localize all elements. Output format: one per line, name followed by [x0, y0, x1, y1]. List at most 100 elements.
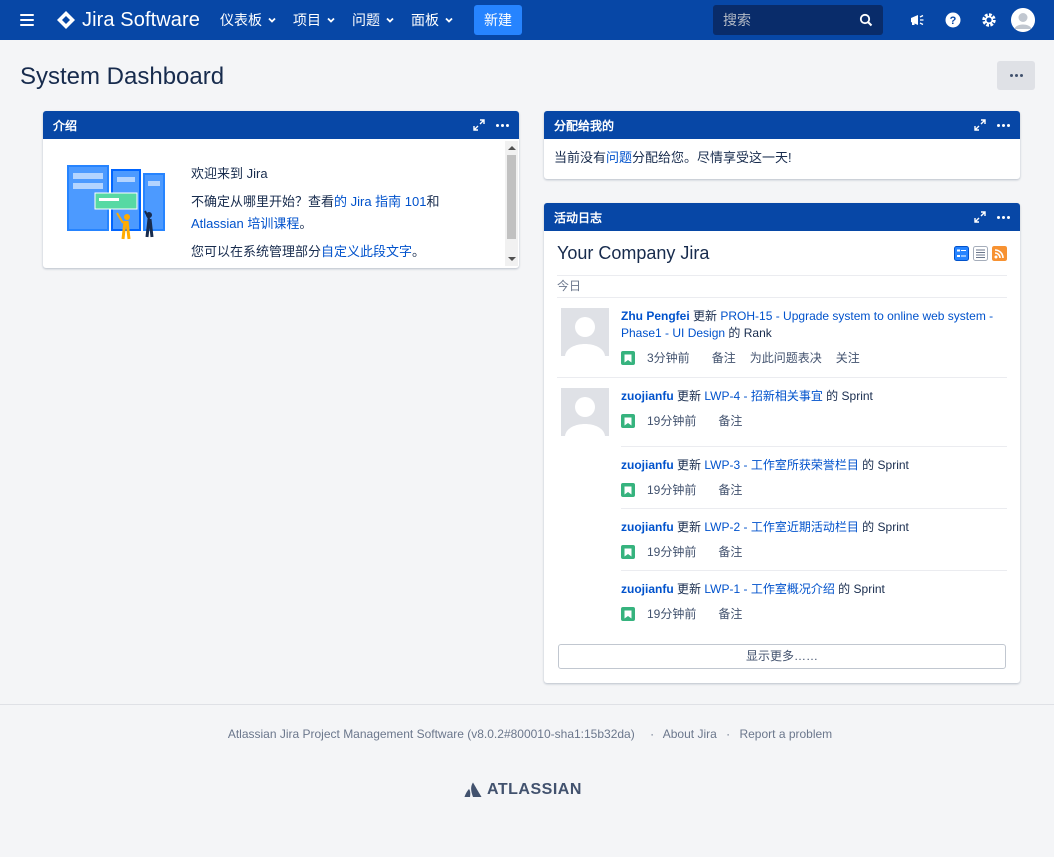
- activity-entry-group: zuojianfu 更新 LWP-4 - 招新相关事宜 的 Sprint 19分…: [557, 378, 1007, 632]
- issue-link[interactable]: LWP-1 - 工作室概况介绍: [704, 582, 834, 596]
- footer-separator: ·: [726, 727, 731, 741]
- activity-verb: 更新: [677, 582, 702, 596]
- jira-101-guide-link[interactable]: 的 Jira 指南 101: [334, 194, 426, 209]
- jira-logo[interactable]: Jira Software: [56, 9, 200, 32]
- story-icon: [621, 414, 635, 428]
- activity-timestamp[interactable]: 19分钟前: [647, 606, 696, 623]
- activity-entry: zuojianfu 更新 LWP-1 - 工作室概况介绍 的 Sprint 19…: [621, 570, 1007, 632]
- activity-entry: zuojianfu 更新 LWP-3 - 工作室所获荣誉栏目 的 Sprint …: [621, 446, 1007, 508]
- atlassian-logo[interactable]: ATLASSIAN: [464, 781, 582, 799]
- full-view-icon[interactable]: [954, 245, 969, 261]
- help-button[interactable]: ?: [935, 0, 971, 40]
- about-jira-link[interactable]: About Jira: [663, 727, 717, 741]
- issue-link[interactable]: LWP-3 - 工作室所获荣誉栏目: [704, 458, 858, 472]
- menu-projects[interactable]: 项目: [285, 0, 344, 40]
- intro-text-prefix: 您可以在系统管理部分: [191, 244, 322, 259]
- whats-new-button[interactable]: [899, 0, 935, 40]
- user-avatar[interactable]: [1011, 8, 1035, 32]
- activity-meta: 3分钟前 备注 为此问题表决 关注: [621, 350, 1007, 366]
- issue-link[interactable]: LWP-2 - 工作室近期活动栏目: [704, 520, 858, 534]
- menu-boards[interactable]: 面板: [403, 0, 462, 40]
- footer-divider: [0, 704, 1054, 705]
- comment-action[interactable]: 备注: [718, 544, 742, 561]
- show-more-button[interactable]: 显示更多……: [558, 644, 1006, 669]
- vote-action[interactable]: 为此问题表决: [750, 350, 822, 367]
- page-title: System Dashboard: [20, 63, 225, 90]
- app-switcher-menu-icon[interactable]: [20, 14, 40, 26]
- chevron-down-icon: [445, 17, 453, 23]
- gadget-menu-icon[interactable]: [997, 215, 1010, 219]
- search-icon[interactable]: [859, 13, 873, 27]
- activity-timestamp[interactable]: 19分钟前: [647, 482, 696, 499]
- activity-user-link[interactable]: zuojianfu: [621, 389, 674, 403]
- watch-action[interactable]: 关注: [836, 350, 860, 367]
- activity-of: 的: [862, 458, 875, 472]
- activity-of: 的: [728, 326, 741, 340]
- menu-projects-label: 项目: [293, 12, 322, 28]
- create-button[interactable]: 新建: [474, 5, 523, 35]
- header-actions: ?: [899, 0, 1054, 40]
- report-problem-link[interactable]: Report a problem: [739, 727, 832, 741]
- search-input[interactable]: [713, 12, 853, 28]
- more-dots-icon: [1009, 74, 1023, 77]
- activity-stream-gadget: 活动日志 Your Company Jira 今日 Zhu Pengfei 更新…: [544, 203, 1020, 683]
- intro-text-prefix: 不确定从哪里开始？查看: [191, 194, 335, 209]
- assigned-text-suffix: 分配给您。尽情享受这一天!: [632, 150, 792, 165]
- activity-meta: 19分钟前 备注: [621, 413, 1007, 429]
- product-name: Jira Software: [82, 8, 201, 31]
- gadget-menu-icon[interactable]: [496, 123, 509, 127]
- comment-action[interactable]: 备注: [718, 413, 742, 430]
- activity-field: Rank: [743, 326, 772, 340]
- intro-paragraph-3: 您可以在系统管理部分自定义此段文字。: [191, 242, 440, 262]
- intro-paragraph-2: Atlassian 培训课程。: [191, 214, 440, 234]
- maximize-icon[interactable]: [973, 118, 987, 132]
- issues-link[interactable]: 问题: [606, 150, 632, 165]
- activity-meta: 19分钟前 备注: [621, 482, 1007, 498]
- activity-timestamp[interactable]: 19分钟前: [647, 413, 696, 430]
- atlassian-mark-icon: [464, 782, 482, 797]
- scroll-up-arrow-icon[interactable]: [508, 146, 516, 150]
- menu-dashboards-label: 仪表板: [220, 12, 263, 28]
- menu-issues[interactable]: 问题: [344, 0, 403, 40]
- customize-text-link[interactable]: 自定义此段文字: [321, 244, 412, 259]
- dashboard-more-button[interactable]: [997, 61, 1035, 90]
- scroll-down-arrow-icon[interactable]: [508, 257, 516, 261]
- chevron-down-icon: [327, 17, 335, 23]
- maximize-icon[interactable]: [973, 210, 987, 224]
- footer-links: Atlassian Jira Project Management Softwa…: [0, 727, 1054, 741]
- issue-link[interactable]: LWP-4 - 招新相关事宜: [704, 389, 822, 403]
- scrollbar-thumb[interactable]: [507, 155, 516, 239]
- activity-user-link[interactable]: zuojianfu: [621, 520, 674, 534]
- activity-body: Your Company Jira 今日 Zhu Pengfei 更新 PROH…: [544, 231, 1020, 669]
- activity-verb: 更新: [677, 458, 702, 472]
- activity-field: Sprint: [877, 520, 909, 534]
- svg-text:?: ?: [950, 15, 957, 27]
- activity-timestamp[interactable]: 19分钟前: [647, 544, 696, 561]
- user-avatar[interactable]: [561, 308, 609, 356]
- activity-description: Zhu Pengfei 更新 PROH-15 - Upgrade system …: [621, 308, 1007, 342]
- activity-user-link[interactable]: zuojianfu: [621, 458, 674, 472]
- activity-user-link[interactable]: Zhu Pengfei: [621, 309, 690, 323]
- activity-of: 的: [862, 520, 875, 534]
- chevron-down-icon: [268, 17, 276, 23]
- settings-button[interactable]: [971, 0, 1007, 40]
- gadget-title: 活动日志: [554, 210, 603, 225]
- search-box: [713, 5, 883, 35]
- gadget-menu-icon[interactable]: [997, 123, 1010, 127]
- atlassian-training-link[interactable]: Atlassian 培训课程: [191, 216, 299, 231]
- gadget-header: 分配给我的: [544, 111, 1020, 139]
- activity-user-link[interactable]: zuojianfu: [621, 582, 674, 596]
- intro-scrollbar[interactable]: [505, 141, 518, 266]
- menu-dashboards[interactable]: 仪表板: [212, 0, 285, 40]
- intro-text-suffix: 。: [412, 244, 426, 259]
- gadget-title: 介绍: [53, 118, 78, 133]
- user-avatar[interactable]: [561, 388, 609, 436]
- comment-action[interactable]: 备注: [712, 350, 736, 367]
- top-navigation-bar: Jira Software 仪表板 项目 问题 面板 新建 ?: [0, 0, 1054, 40]
- list-view-icon[interactable]: [973, 245, 988, 261]
- comment-action[interactable]: 备注: [718, 606, 742, 623]
- maximize-icon[interactable]: [472, 118, 486, 132]
- activity-timestamp[interactable]: 3分钟前: [647, 350, 690, 367]
- comment-action[interactable]: 备注: [718, 482, 742, 499]
- rss-icon[interactable]: [992, 245, 1007, 261]
